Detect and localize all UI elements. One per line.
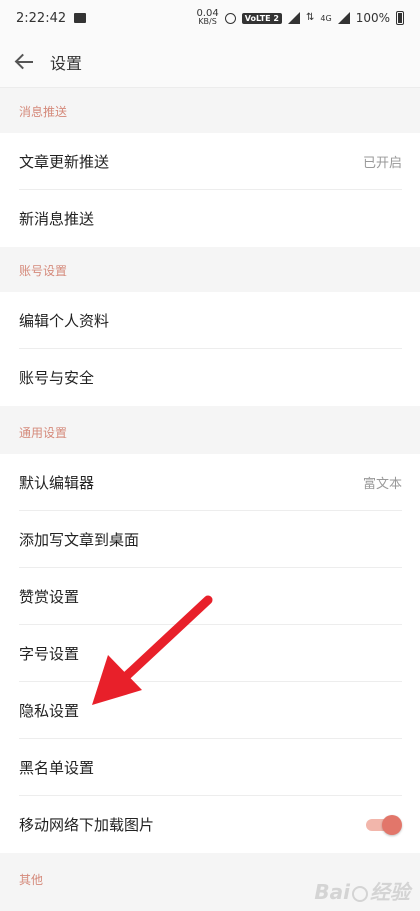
status-left: 2:22:42 — [16, 10, 87, 26]
toggle-thumb — [382, 814, 402, 835]
settings-row-privacy[interactable]: 隐私设置 — [0, 682, 420, 739]
net-type: 4G — [320, 13, 332, 23]
back-arrow-icon[interactable] — [14, 51, 36, 73]
volte-badge: VoLTE 2 — [241, 12, 282, 24]
data-arrows-icon: ⇅ — [306, 12, 315, 23]
net-speed: 0.04 KB/S — [196, 9, 218, 26]
row-label: 隐私设置 — [19, 702, 80, 720]
row-label: 赞赏设置 — [19, 588, 80, 606]
status-bar: 2:22:42 0.04 KB/S VoLTE 2 ⇅ 4G 100% — [0, 0, 420, 36]
settings-row-add-to-desktop[interactable]: 添加写文章到桌面 — [0, 511, 420, 568]
section-header-general: 通用设置 — [0, 410, 420, 454]
watermark-text-left: Bai — [314, 880, 350, 904]
row-label: 编辑个人资料 — [19, 312, 110, 330]
baidu-paw-icon — [352, 885, 368, 902]
app-bar: 设置 — [0, 36, 420, 88]
settings-row-default-editor[interactable]: 默认编辑器 富文本 — [0, 454, 420, 511]
mobile-images-toggle[interactable] — [362, 814, 402, 835]
image-notification-icon — [74, 13, 87, 23]
row-label: 新消息推送 — [19, 210, 95, 228]
row-label: 默认编辑器 — [19, 474, 95, 492]
settings-row-mobile-images[interactable]: 移动网络下加载图片 — [0, 796, 420, 853]
row-label: 添加写文章到桌面 — [19, 531, 140, 549]
alarm-icon — [224, 12, 236, 24]
signal-icon — [288, 12, 300, 24]
section-header-push: 消息推送 — [0, 89, 420, 133]
section-header-account: 账号设置 — [0, 248, 420, 292]
page-title: 设置 — [50, 53, 83, 73]
watermark-text-right: 经验 — [370, 880, 410, 904]
row-label: 账号与安全 — [19, 369, 95, 387]
row-label: 文章更新推送 — [19, 153, 110, 171]
settings-row-article-push[interactable]: 文章更新推送 已开启 — [0, 133, 420, 190]
baidu-watermark: Bai 经验 — [314, 876, 410, 905]
status-right: 0.04 KB/S VoLTE 2 ⇅ 4G 100% — [196, 9, 404, 26]
row-label: 移动网络下加载图片 — [19, 816, 155, 834]
settings-row-account-security[interactable]: 账号与安全 — [0, 349, 420, 406]
settings-row-edit-profile[interactable]: 编辑个人资料 — [0, 292, 420, 349]
signal-icon-2 — [337, 12, 350, 24]
battery-icon — [396, 11, 404, 25]
net-speed-unit: KB/S — [198, 17, 217, 26]
settings-row-blacklist[interactable]: 黑名单设置 — [0, 739, 420, 796]
row-label: 字号设置 — [19, 645, 80, 663]
settings-row-message-push[interactable]: 新消息推送 — [0, 190, 420, 247]
row-value: 富文本 — [362, 477, 402, 492]
settings-row-font-size[interactable]: 字号设置 — [0, 625, 420, 682]
battery-percent: 100% — [355, 11, 390, 25]
row-value: 已开启 — [362, 156, 402, 171]
settings-row-reward[interactable]: 赞赏设置 — [0, 568, 420, 625]
row-label: 黑名单设置 — [19, 759, 95, 777]
status-time: 2:22:42 — [16, 10, 67, 26]
